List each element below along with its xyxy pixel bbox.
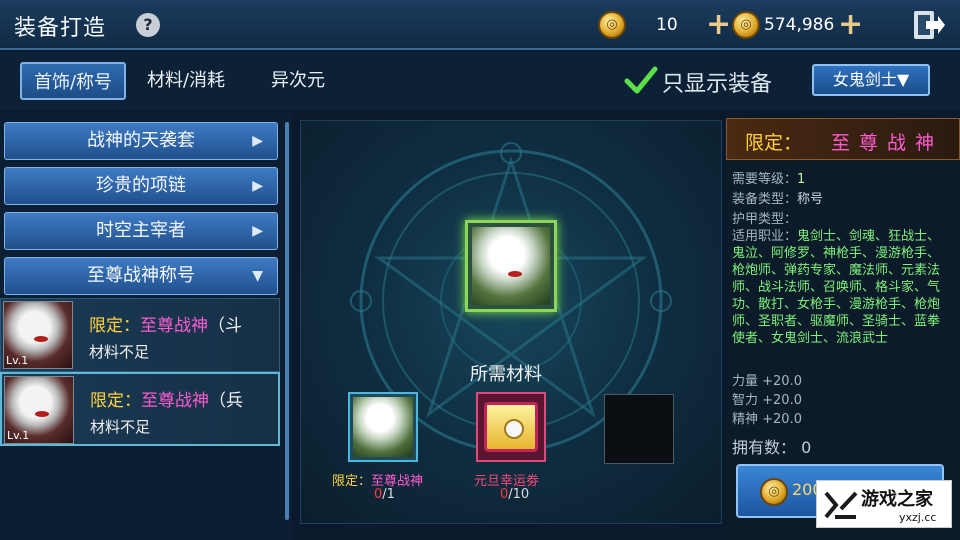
item-name: 限定：至尊战神（斗 (89, 311, 242, 336)
expand-arrow-icon: ▶ (252, 133, 263, 149)
expand-arrow-icon: ▶ (252, 178, 263, 194)
gold-coin-icon: ◎ (760, 478, 788, 506)
limited-tag: 限定： (332, 474, 372, 489)
material-slot-1[interactable] (348, 392, 418, 462)
list-item[interactable]: Lv.1 限定：至尊战神（兵 材料不足 (0, 372, 280, 446)
list-item[interactable]: Lv.1 限定：至尊战神（斗 材料不足 (0, 298, 280, 372)
category-time-lord[interactable]: 时空主宰者 ▶ (4, 212, 278, 250)
war-god-title-icon (353, 397, 413, 457)
applicable-classes: 适用职业：鬼剑士、剑魂、狂战士、鬼泣、阿修罗、神枪手、漫游枪手、枪炮师、弹药专家… (732, 229, 941, 346)
show-equipment-only-label[interactable]: 只显示装备 (662, 66, 772, 98)
empty-material-slot (604, 394, 674, 464)
limited-tag: 限定： (89, 316, 140, 336)
add-currency-1-button[interactable]: + (706, 10, 731, 40)
watermark-name: 游戏之家 (861, 489, 933, 510)
site-logo-icon (824, 491, 858, 519)
checkbox-check-icon[interactable] (624, 66, 658, 96)
item-status: 材料不足 (89, 343, 150, 361)
equipment-type: 装备类型：称号 (732, 192, 824, 207)
item-title: 至尊战神 (141, 391, 209, 411)
add-currency-2-button[interactable]: + (838, 10, 863, 40)
item-portrait: Lv.1 (4, 376, 74, 444)
gold-coin-icon: ◎ (598, 11, 626, 39)
category-label: 时空主宰者 (96, 220, 186, 241)
item-portrait: Lv.1 (3, 301, 73, 369)
material-2-count: 0/10 (500, 487, 529, 502)
required-level: 需要等级：1 (732, 172, 806, 187)
item-level: Lv.1 (6, 354, 29, 367)
armor-type: 护甲类型： (732, 212, 798, 227)
material-slot-2[interactable] (476, 392, 546, 462)
list-scrollbar[interactable] (285, 122, 289, 520)
exit-icon[interactable] (912, 9, 946, 41)
item-level: Lv.1 (7, 429, 30, 442)
expand-arrow-icon: ▶ (252, 223, 263, 239)
help-button[interactable]: ? (136, 13, 160, 37)
need-count: /10 (508, 487, 530, 502)
currency-1-value: 10 (656, 15, 678, 35)
result-item-icon (472, 227, 550, 305)
item-name: 限定：至尊战神（兵 (90, 386, 243, 411)
category-supreme-war-god-title[interactable]: 至尊战神称号 ▼ (4, 257, 278, 295)
limited-tag: 限定： (90, 391, 141, 411)
category-label: 珍贵的项链 (96, 175, 186, 196)
need-count: /1 (382, 487, 395, 502)
gold-coin-icon: ◎ (732, 11, 760, 39)
limited-tag: 限定： (745, 132, 803, 154)
stat-spirit: 精神 +20.0 (732, 412, 802, 427)
category-war-god-set[interactable]: 战神的天袭套 ▶ (4, 122, 278, 160)
result-item-slot[interactable] (465, 220, 557, 312)
lucky-ticket-icon (484, 402, 538, 452)
category-precious-necklace[interactable]: 珍贵的项链 ▶ (4, 167, 278, 205)
item-suffix: （斗 (208, 316, 242, 336)
category-label: 战神的天袭套 (87, 130, 195, 151)
category-label: 至尊战神称号 (87, 265, 195, 286)
item-status: 材料不足 (90, 418, 151, 436)
stat-strength: 力量 +20.0 (732, 374, 802, 389)
material-1-count: 0/1 (374, 487, 395, 502)
watermark-url: yxzj.cc (899, 511, 937, 524)
detail-header: 限定： 至尊战神 (726, 118, 960, 160)
required-materials-label: 所需材料 (470, 364, 542, 385)
site-watermark: 游戏之家 yxzj.cc (816, 480, 952, 528)
owned-count: 拥有数： 0 (732, 438, 812, 457)
top-bar: 装备打造 ? ◎ 10 + ◎ 574,986 + (0, 0, 960, 50)
stat-intelligence: 智力 +20.0 (732, 393, 802, 408)
tab-materials-consumables[interactable]: 材料/消耗 (136, 62, 236, 100)
item-title: 至尊战神 (140, 316, 208, 336)
item-suffix: （兵 (209, 391, 243, 411)
page-title: 装备打造 (14, 16, 107, 41)
class-select[interactable]: 女鬼剑士▼ (812, 64, 930, 96)
tab-accessories-titles[interactable]: 首饰/称号 (20, 62, 126, 100)
detail-title: 至尊战神 (831, 132, 944, 154)
collapse-arrow-icon: ▼ (252, 268, 263, 284)
tab-dimension[interactable]: 异次元 (256, 62, 340, 100)
currency-2-value: 574,986 (764, 15, 835, 35)
